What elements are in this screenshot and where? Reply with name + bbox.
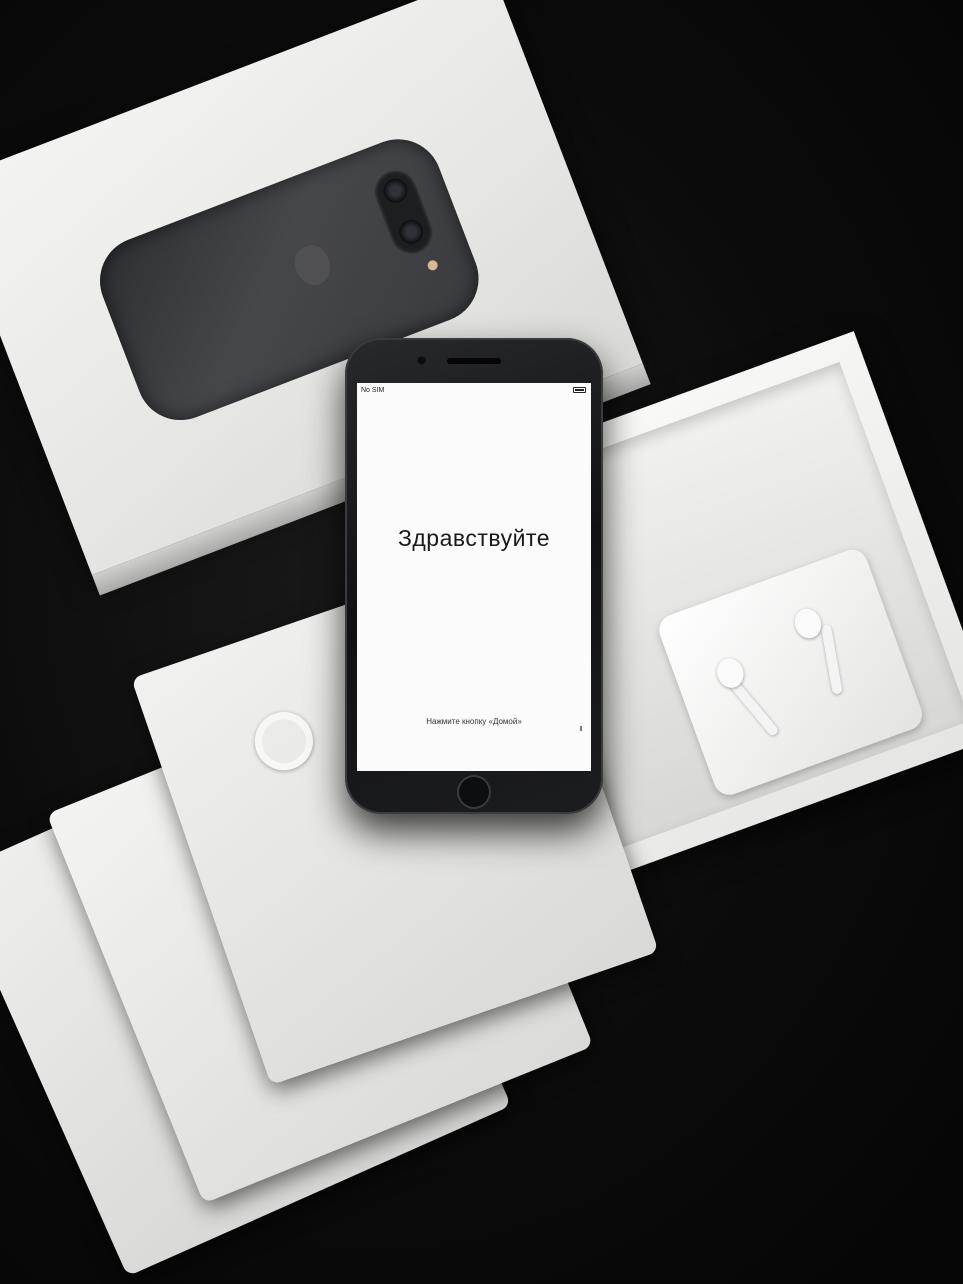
camera-icon <box>368 164 439 260</box>
home-button-hint: Нажмите кнопку «Домой» <box>426 717 522 726</box>
front-camera-icon <box>417 356 426 365</box>
photo-scene: No SIM Здравствуйте Нажмите кнопку «Домо… <box>0 0 963 1284</box>
earpod-right <box>790 604 826 642</box>
greeting-title: Здравствуйте <box>397 525 551 551</box>
earpiece-speaker <box>447 358 501 364</box>
accessibility-indicator <box>580 726 582 731</box>
sim-eject-tool-icon <box>247 704 321 779</box>
phone-screen[interactable]: No SIM Здравствуйте Нажмите кнопку «Домо… <box>357 383 591 771</box>
status-carrier: No SIM <box>361 387 385 394</box>
apple-logo-icon <box>289 240 336 291</box>
earpods-holder <box>654 545 927 800</box>
battery-icon <box>573 387 586 393</box>
iphone: No SIM Здравствуйте Нажмите кнопку «Домо… <box>345 338 603 814</box>
flash-icon <box>426 258 440 272</box>
home-button-icon[interactable] <box>457 775 491 809</box>
earpod-right-stem <box>820 624 843 695</box>
